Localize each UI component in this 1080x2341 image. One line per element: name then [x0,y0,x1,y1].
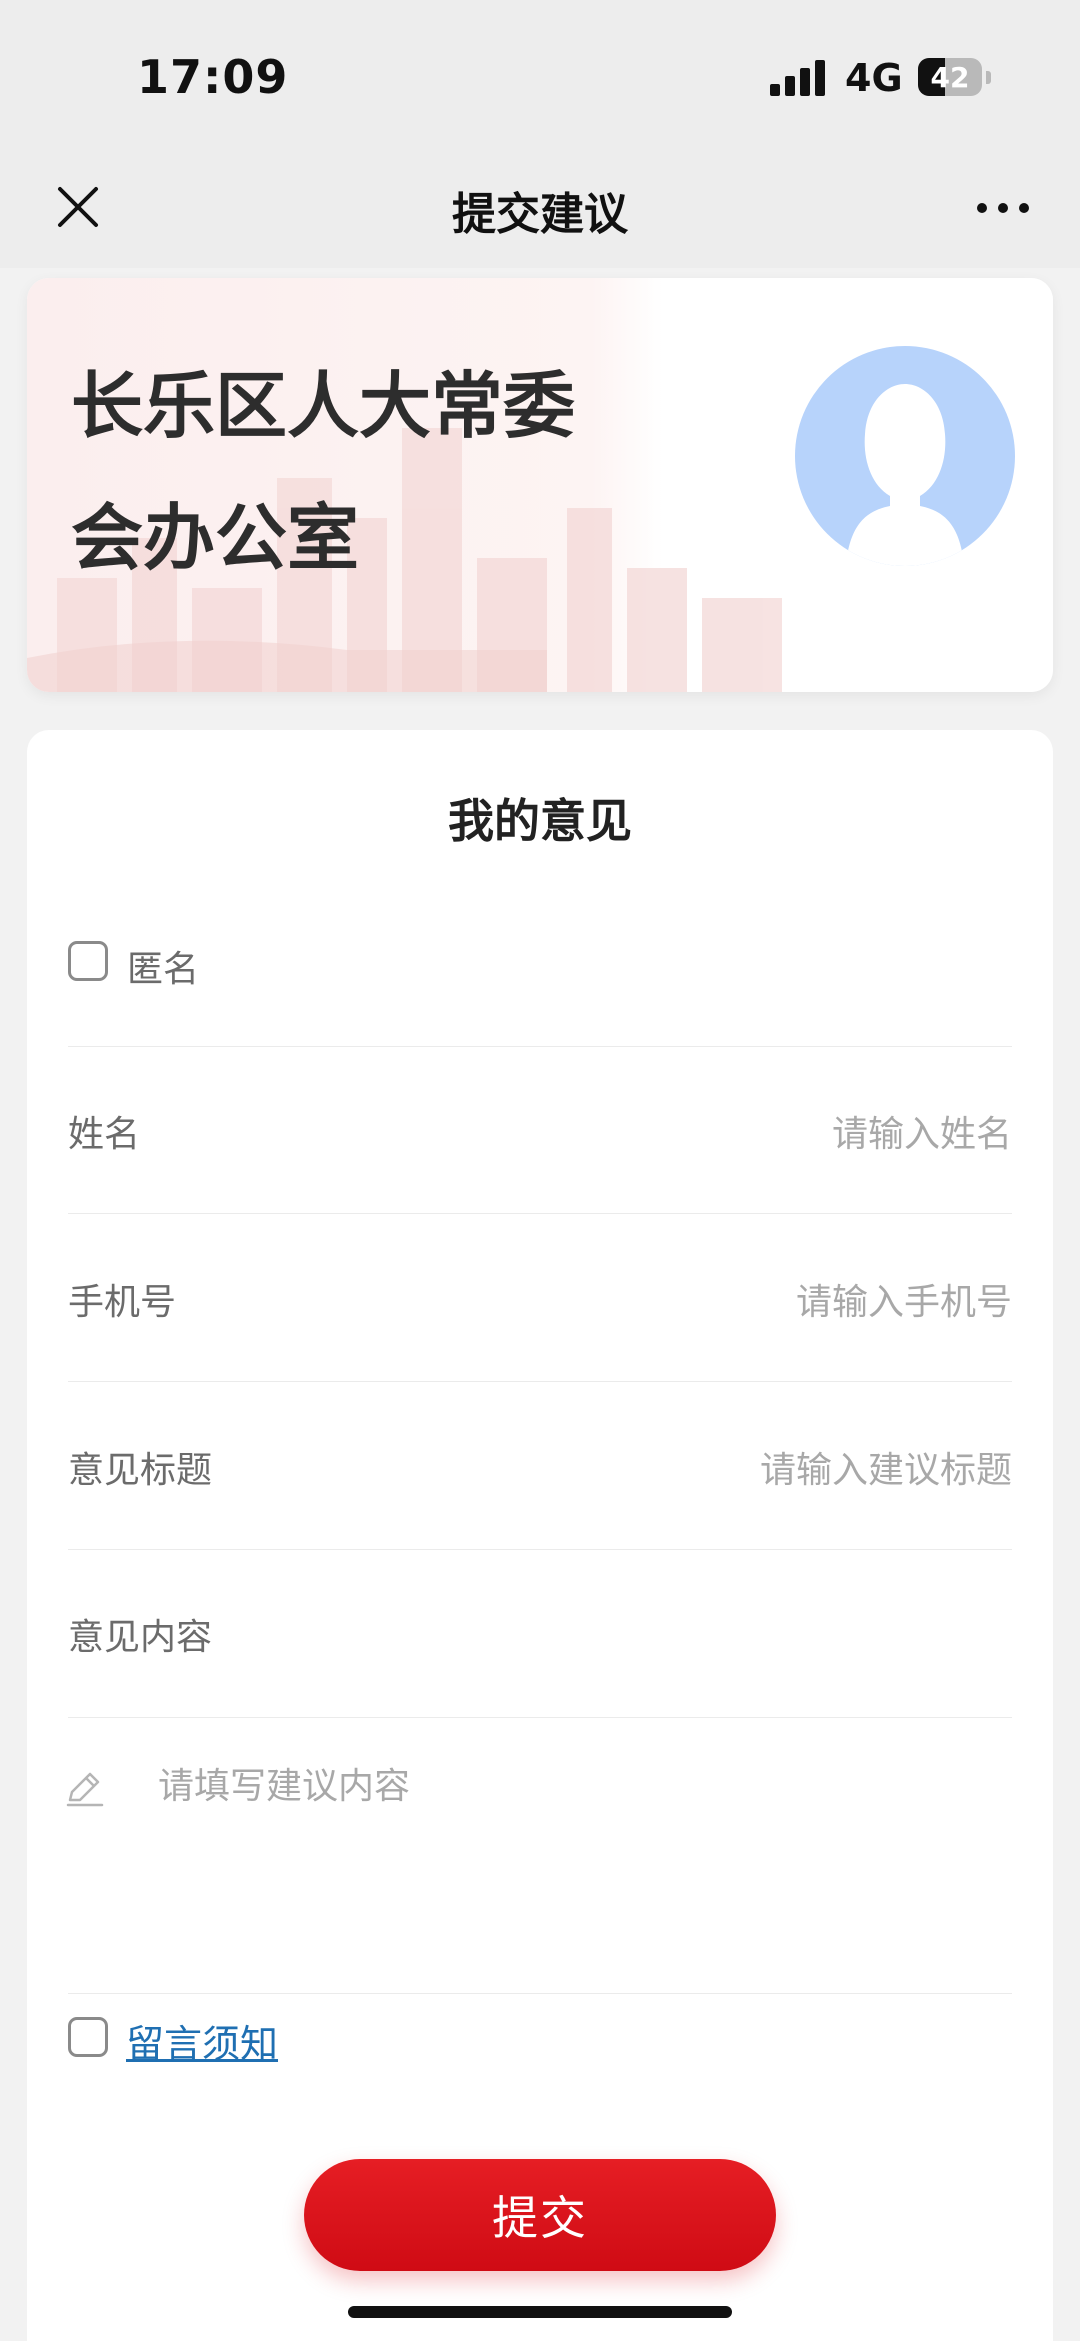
name-input[interactable] [430,1104,1012,1164]
anonymous-label: 匿名 [127,949,200,990]
divider [68,1993,1012,1994]
office-banner: 长乐区人大常委 会办公室 [27,278,1053,692]
opinion-title-input[interactable] [430,1440,1012,1500]
name-label: 姓名 [68,1114,141,1155]
battery-percent: 42 [930,60,970,94]
home-indicator [348,2306,732,2318]
phone-input[interactable] [430,1272,1012,1332]
divider [68,1381,1012,1382]
opinion-content-label: 意见内容 [68,1617,213,1658]
anonymous-checkbox[interactable] [68,941,108,981]
person-avatar-icon [795,346,1015,566]
opinion-title-label: 意见标题 [68,1450,213,1491]
battery-cap [986,71,991,84]
network-type: 4G [845,56,903,100]
more-dots-icon[interactable] [973,197,1033,217]
banner-title-line2: 会办公室 [71,496,360,580]
divider [68,1046,1012,1047]
notice-agree-checkbox[interactable] [68,2017,108,2057]
pencil-icon [66,1772,104,1807]
submit-button[interactable]: 提交 [304,2159,776,2271]
divider [68,1717,1012,1718]
signal-icon [770,60,826,96]
phone-label: 手机号 [68,1282,177,1323]
page-title: 提交建议 [452,189,628,240]
message-notice-link[interactable]: 留言须知 [126,2013,278,2068]
status-time: 17:09 [137,50,289,104]
banner-title-line1: 长乐区人大常委 [71,364,576,448]
banner-title: 长乐区人大常委 会办公室 [71,340,711,604]
divider [68,1549,1012,1550]
divider [68,1213,1012,1214]
battery-icon: 42 [918,58,982,96]
form-heading: 我的意见 [448,794,632,848]
opinion-content-textarea[interactable] [158,1762,1012,1962]
